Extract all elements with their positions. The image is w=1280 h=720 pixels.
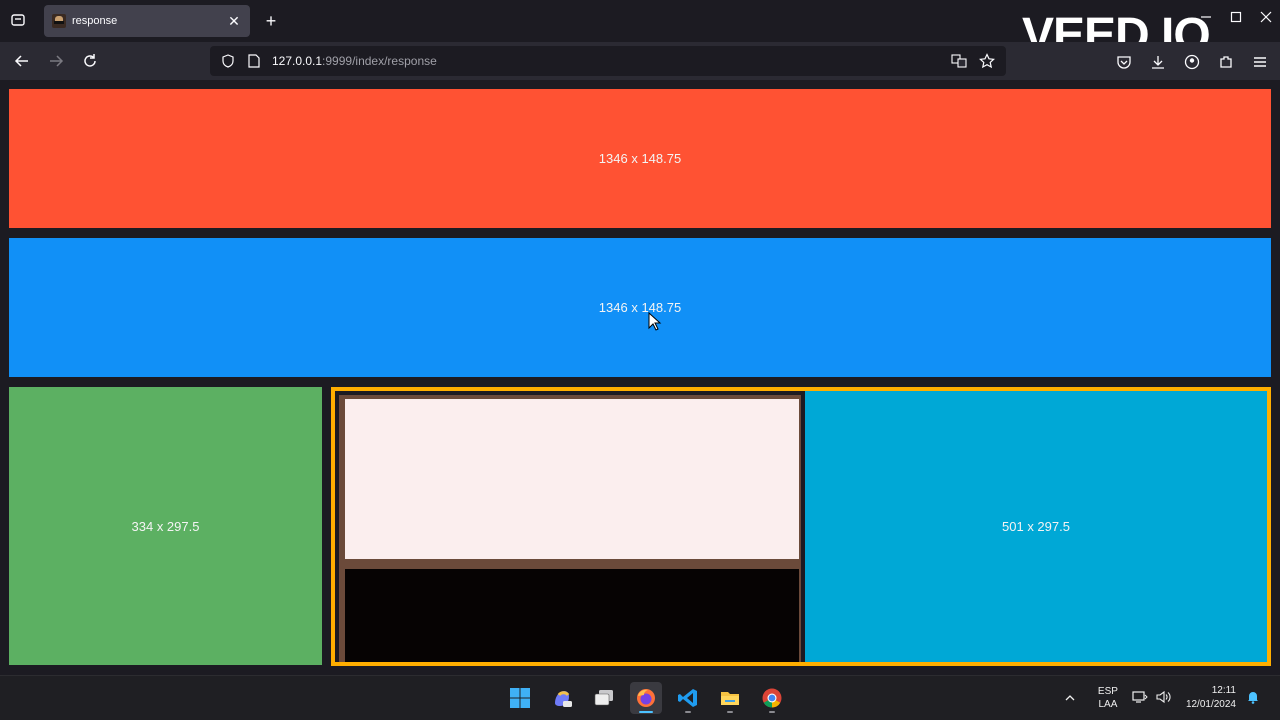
reload-button[interactable] [79,50,101,72]
blue-box-label: 1346 x 148.75 [598,300,682,315]
bookmark-star-icon[interactable] [978,52,996,70]
volume-icon [1156,690,1172,707]
taskbar-apps [504,682,788,714]
close-window-icon[interactable] [1260,10,1272,26]
lang-line2: LAA [1098,699,1118,710]
new-tab-button[interactable]: + [260,10,282,32]
tab-list-icon[interactable] [8,10,28,30]
pink-box [345,399,799,559]
red-box-label: 1346 x 148.75 [598,151,682,166]
clock-date: 12/01/2024 [1185,699,1236,710]
downloads-icon[interactable] [1148,52,1168,72]
tab-favicon-icon [52,14,66,28]
page-info-icon[interactable] [246,53,262,69]
url-path: :9999/index/response [322,54,437,68]
lang-line1: ESP [1097,686,1118,697]
green-box-label: 334 x 297.5 [131,518,200,534]
clock-time: 12:11 [1211,685,1236,696]
browser-nav-bar: 127.0.0.1:9999/index/response [0,42,1280,80]
address-bar[interactable]: 127.0.0.1:9999/index/response [210,46,1006,76]
input-language-indicator[interactable]: ESP LAA [1098,685,1118,711]
app-menu-icon[interactable] [1250,52,1270,72]
show-hidden-icons-chevron-icon[interactable] [1060,691,1080,705]
chrome-icon[interactable] [756,682,788,714]
account-icon[interactable] [1182,52,1202,72]
cyan-box: 501 x 297.5 [805,391,1267,662]
toolbar-right [1114,52,1270,72]
pocket-icon[interactable] [1114,52,1134,72]
green-box: 334 x 297.5 [9,387,322,665]
page-viewport: 1346 x 148.75 1346 x 148.75 334 x 297.5 … [0,80,1280,675]
windows-taskbar: ESP LAA 12:11 12/01/2024 [0,675,1280,720]
orange-bordered-container: 501 x 297.5 [331,387,1271,666]
copilot-icon[interactable] [546,682,578,714]
red-box: 1346 x 148.75 [9,89,1271,228]
back-button[interactable] [11,50,33,72]
window-controls [1200,10,1272,26]
translate-icon[interactable] [950,52,968,70]
firefox-icon[interactable] [630,682,662,714]
blue-box: 1346 x 148.75 [9,238,1271,377]
clock[interactable]: 12:11 12/01/2024 [1186,684,1236,712]
file-explorer-icon[interactable] [714,682,746,714]
cyan-box-label: 501 x 297.5 [1002,519,1070,534]
task-view-icon[interactable] [588,682,620,714]
vscode-icon[interactable] [672,682,704,714]
forward-button[interactable] [45,50,67,72]
tracking-protection-shield-icon[interactable] [220,53,236,69]
brown-container [339,395,801,662]
tab-close-icon[interactable]: ✕ [226,13,242,29]
network-icon [1132,690,1148,707]
browser-tab[interactable]: response ✕ [44,5,250,37]
extensions-icon[interactable] [1216,52,1236,72]
quick-settings[interactable] [1132,690,1172,707]
url-host: 127.0.0.1 [272,54,323,68]
browser-tab-bar: response ✕ + VEED.IO [0,0,1280,62]
maximize-icon[interactable] [1230,10,1242,26]
windows-start-icon[interactable] [504,682,536,714]
notifications-bell-icon[interactable] [1246,690,1262,707]
mouse-cursor-icon [648,312,662,331]
system-tray: ESP LAA 12:11 12/01/2024 [1060,676,1280,720]
tab-title: response [72,15,118,27]
black-box [345,569,799,662]
